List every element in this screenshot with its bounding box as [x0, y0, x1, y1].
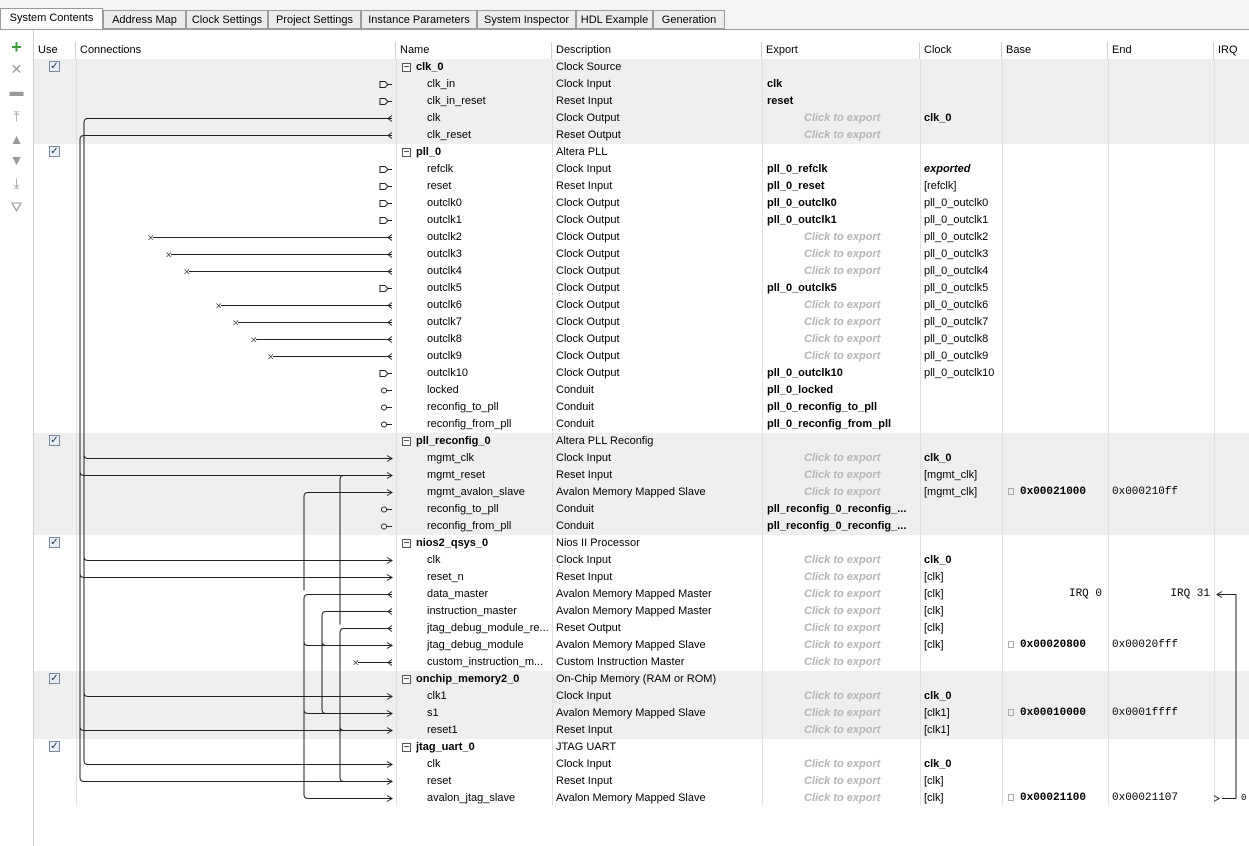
- connection-line: [79, 573, 392, 578]
- connection-line: [339, 628, 392, 778]
- connection-line: [83, 454, 392, 459]
- unconnected-icon: ×: [232, 319, 240, 329]
- connection-line: [83, 760, 392, 765]
- port-export-icon: [379, 370, 389, 377]
- port-export-icon: [379, 217, 389, 224]
- unconnected-icon: ×: [267, 353, 275, 363]
- port-export-icon: [379, 98, 389, 105]
- connection-line: [321, 709, 392, 714]
- conduit-export-icon: [381, 421, 387, 428]
- unconnected-icon: ×: [165, 251, 173, 261]
- connection-line: [83, 556, 392, 561]
- port-export-icon: [379, 166, 389, 173]
- irq-arrow-icon: [1213, 795, 1220, 802]
- conduit-export-icon: [381, 523, 387, 530]
- connection-line: [339, 726, 392, 731]
- connection-line: [79, 135, 392, 778]
- port-export-icon: [379, 285, 389, 292]
- connection-line: [339, 777, 392, 782]
- connection-line: [83, 118, 392, 761]
- connection-line: [321, 641, 392, 646]
- port-export-icon: [379, 183, 389, 190]
- conduit-export-icon: [381, 404, 387, 411]
- unconnected-icon: ×: [183, 268, 191, 278]
- connection-line: [79, 777, 392, 782]
- connection-line: [303, 709, 392, 714]
- unconnected-icon: ×: [250, 336, 258, 346]
- port-export-icon: [379, 81, 389, 88]
- port-export-icon: [379, 200, 389, 207]
- connection-line: [79, 726, 392, 731]
- connection-line: [339, 475, 392, 625]
- connection-line: [79, 471, 392, 476]
- conduit-export-icon: [381, 387, 387, 394]
- connection-line: [303, 492, 392, 591]
- connection-line: [303, 641, 392, 646]
- unconnected-icon: ×: [215, 302, 223, 312]
- unconnected-icon: ×: [352, 659, 360, 669]
- conduit-export-icon: [381, 506, 387, 513]
- unconnected-icon: ×: [147, 234, 155, 244]
- connection-line: [83, 692, 392, 697]
- connection-line: [303, 794, 392, 799]
- connections-graph[interactable]: × × × × × × × ×: [0, 0, 1249, 846]
